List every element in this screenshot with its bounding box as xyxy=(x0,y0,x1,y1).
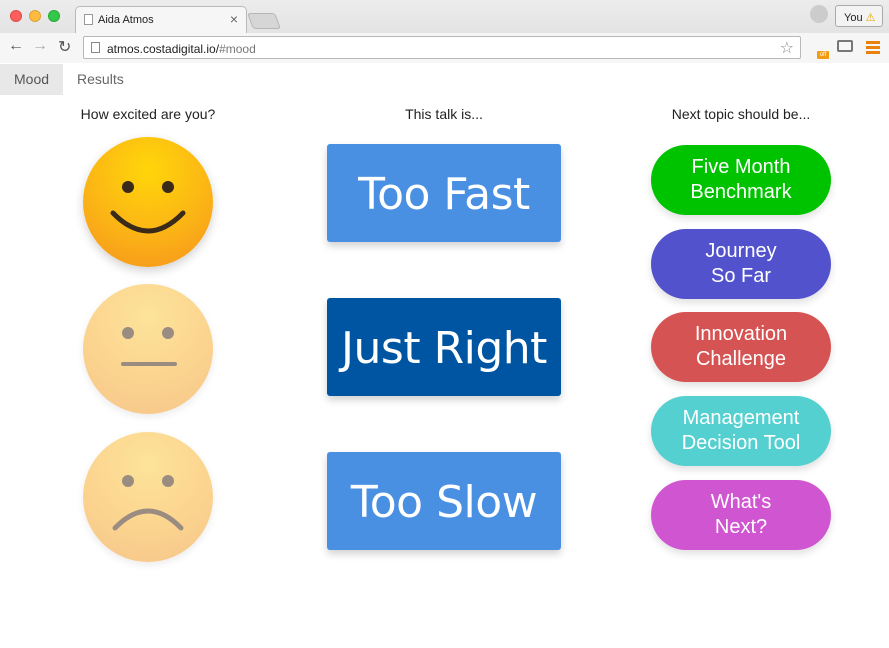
menu-icon[interactable] xyxy=(866,41,880,56)
topic-line2: Benchmark xyxy=(690,181,792,203)
too-slow-button[interactable]: Too Slow xyxy=(327,452,561,550)
browser-chrome: Aida Atmos × You ⚠ ← → ↻ atmos.costadigi… xyxy=(0,0,889,63)
minimize-window-button[interactable] xyxy=(29,10,41,22)
new-tab-button[interactable] xyxy=(247,13,281,29)
topic-line2: Decision Tool xyxy=(681,432,801,454)
maximize-window-button[interactable] xyxy=(48,10,60,22)
too-fast-button[interactable]: Too Fast xyxy=(327,144,561,242)
window-controls xyxy=(10,10,60,22)
tab-title: Aida Atmos xyxy=(98,14,154,26)
topic-line1: What's xyxy=(710,491,772,513)
browser-tab[interactable]: Aida Atmos × xyxy=(75,6,247,33)
page-icon xyxy=(84,14,93,25)
neutral-face-icon xyxy=(121,327,177,366)
topic-line1: Innovation xyxy=(694,323,788,345)
topic-five-month-benchmark-button[interactable]: Five Month Benchmark xyxy=(651,145,831,215)
topic-heading: Next topic should be... xyxy=(671,106,811,122)
page-info-icon[interactable] xyxy=(91,42,100,53)
extension-badge: off xyxy=(817,51,829,59)
excitement-heading: How excited are you? xyxy=(80,106,216,122)
browser-toolbar: ← → ↻ atmos.costadigital.io/#mood ☆ xyxy=(0,33,889,63)
happy-face-icon xyxy=(110,181,186,234)
too-fast-label: Too Fast xyxy=(358,169,530,220)
tab-mood[interactable]: Mood xyxy=(0,64,64,95)
url-path: #mood xyxy=(219,42,256,56)
just-right-button[interactable]: Just Right xyxy=(327,298,561,396)
profile-label: You xyxy=(844,12,863,24)
tab-close-icon[interactable]: × xyxy=(230,11,238,27)
neutral-face-button[interactable] xyxy=(83,284,213,414)
topic-innovation-challenge-button[interactable]: Innovation Challenge xyxy=(651,312,831,382)
extension-icon[interactable] xyxy=(810,5,828,23)
back-icon[interactable]: ← xyxy=(8,37,24,55)
cast-icon[interactable] xyxy=(837,40,853,52)
topic-line2: So Far xyxy=(710,265,772,287)
topic-line1: Journey xyxy=(705,240,777,262)
url-text: atmos.costadigital.io/#mood xyxy=(107,42,256,56)
address-bar[interactable]: atmos.costadigital.io/#mood ☆ xyxy=(83,36,801,59)
bookmark-star-icon[interactable]: ☆ xyxy=(780,38,794,58)
pace-heading: This talk is... xyxy=(405,106,483,122)
warning-icon: ⚠ xyxy=(865,12,876,24)
profile-button[interactable]: You ⚠ xyxy=(835,5,883,27)
topic-line1: Management xyxy=(682,407,800,429)
tab-results[interactable]: Results xyxy=(63,64,138,95)
sad-face-icon xyxy=(112,475,184,531)
url-host: atmos.costadigital.io/ xyxy=(107,42,220,56)
topic-journey-so-far-button[interactable]: Journey So Far xyxy=(651,229,831,299)
close-window-button[interactable] xyxy=(10,10,22,22)
topic-line1: Five Month xyxy=(691,156,791,178)
reload-icon[interactable]: ↻ xyxy=(58,37,71,57)
forward-icon[interactable]: → xyxy=(32,37,48,55)
just-right-label: Just Right xyxy=(341,323,547,374)
sad-face-button[interactable] xyxy=(83,432,213,562)
topic-whats-next-button[interactable]: What's Next? xyxy=(651,480,831,550)
topic-line2: Challenge xyxy=(695,348,787,370)
topic-management-decision-tool-button[interactable]: Management Decision Tool xyxy=(651,396,831,466)
happy-face-button[interactable] xyxy=(83,137,213,267)
topic-line2: Next? xyxy=(714,516,768,538)
app-nav: Mood Results xyxy=(0,64,138,95)
too-slow-label: Too Slow xyxy=(350,477,538,528)
